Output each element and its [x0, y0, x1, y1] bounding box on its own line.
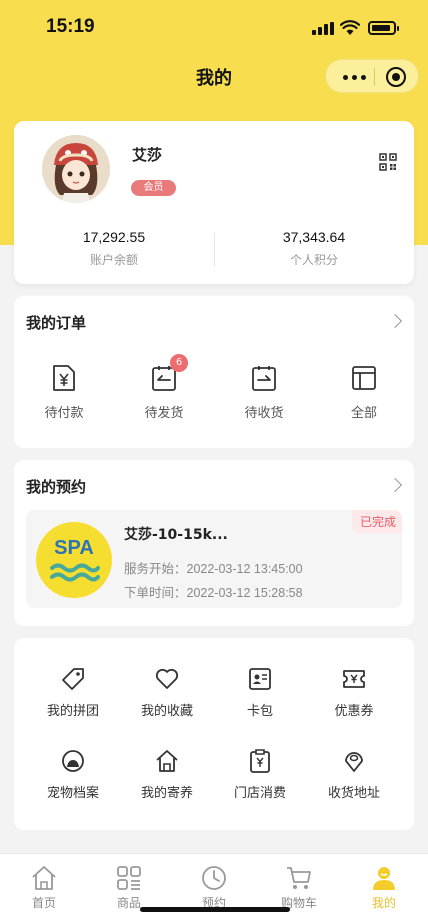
menu-label: 我的收藏 [140, 704, 193, 719]
order-pending-shipment[interactable]: 6 待发货 [114, 354, 214, 421]
house-icon [156, 750, 178, 772]
menu-pet-profile[interactable]: 宠物档案 [26, 748, 120, 801]
balance-stat[interactable]: 17,292.55 账户余额 [14, 229, 214, 268]
clock-icon [202, 866, 226, 890]
orders-chevron-right-icon[interactable] [387, 313, 403, 329]
tab-label: 我的 [371, 896, 396, 910]
home-indicator [140, 907, 290, 912]
user-name: 艾莎 [132, 146, 163, 164]
points-stat[interactable]: 37,343.64 个人积分 [214, 229, 414, 268]
status-time: 15:19 [46, 16, 95, 37]
wifi-icon [340, 20, 360, 35]
order-label: 待收货 [244, 406, 284, 421]
balance-value: 17,292.55 [82, 229, 146, 245]
menu-boarding[interactable]: 我的寄养 [120, 748, 214, 801]
qr-code-icon[interactable] [379, 153, 397, 171]
menu-label: 我的寄养 [140, 786, 193, 801]
menu-label: 优惠券 [334, 704, 374, 719]
signal-icon [312, 22, 334, 35]
booking-card: 我的预约 SPA 艾莎-10-15k... 服务开始：2022-03-12 13… [14, 460, 414, 626]
coupon-icon [343, 670, 365, 688]
order-label: 待付款 [44, 406, 84, 421]
menu-label: 宠物档案 [46, 786, 99, 801]
menu-favorites[interactable]: 我的收藏 [120, 666, 214, 719]
wave-icon [50, 563, 100, 582]
menu-coupons[interactable]: 优惠券 [307, 666, 401, 719]
menu-label: 门店消费 [233, 786, 286, 801]
tab-label: 首页 [31, 896, 56, 910]
close-target-icon[interactable] [386, 67, 406, 87]
menu-label: 卡包 [246, 704, 273, 719]
order-label: 全部 [350, 406, 377, 421]
orders-card: 我的订单 待付款 6 待发货 待收货 全部 [14, 296, 414, 448]
member-badge: 会员 [131, 180, 176, 196]
tab-products[interactable]: 商品 [86, 864, 172, 911]
home-icon [32, 866, 56, 890]
booking-service-start: 服务开始：2022-03-12 13:45:00 [124, 562, 303, 576]
tab-mine[interactable]: 我的 [341, 864, 427, 911]
order-all[interactable]: 全部 [314, 364, 414, 421]
cart-icon [287, 867, 311, 889]
points-label: 个人积分 [289, 253, 338, 267]
tab-cart[interactable]: 购物车 [256, 864, 342, 911]
card-icon [249, 668, 271, 690]
menu-group-buy[interactable]: 我的拼团 [26, 666, 120, 719]
shipment-count-badge: 6 [170, 354, 188, 372]
location-icon [345, 752, 363, 772]
menu-store-spending[interactable]: 门店消费 [213, 748, 307, 801]
booking-name: 艾莎-10-15k... [124, 527, 228, 543]
mini-program-capsule [325, 59, 419, 93]
tab-home[interactable]: 首页 [1, 864, 87, 911]
menu-label: 收货地址 [327, 786, 380, 801]
tag-icon [62, 668, 84, 690]
points-value: 37,343.64 [282, 229, 346, 245]
services-menu-card: 我的拼团 我的收藏 卡包 优惠券 宠物档案 我的寄养 门店消费 收货地址 [14, 638, 414, 830]
pet-icon [62, 750, 84, 772]
order-label: 待发货 [144, 406, 184, 421]
order-pending-payment[interactable]: 待付款 [14, 364, 114, 421]
menu-label: 我的拼团 [46, 704, 99, 719]
booking-chevron-right-icon[interactable] [387, 477, 403, 493]
user-icon [373, 867, 395, 890]
balance-label: 账户余额 [89, 253, 138, 267]
more-icon[interactable] [340, 70, 370, 84]
spa-logo: SPA [36, 522, 112, 598]
store-receipt-icon [250, 749, 270, 773]
menu-card-wallet[interactable]: 卡包 [213, 666, 307, 719]
booking-status-tag: 已完成 [351, 510, 402, 533]
booking-title: 我的预约 [26, 478, 87, 496]
profile-card: 艾莎 会员 17,292.55 账户余额 37,343.64 个人积分 [14, 121, 414, 284]
order-pending-receipt[interactable]: 待收货 [214, 364, 314, 421]
all-orders-icon [352, 366, 376, 390]
avatar[interactable] [42, 135, 110, 203]
receive-icon [252, 366, 276, 391]
status-bar: 15:19 [0, 0, 428, 54]
menu-shipping-address[interactable]: 收货地址 [307, 748, 401, 801]
capsule-divider [374, 68, 375, 86]
grid-icon [117, 866, 141, 890]
heart-icon [155, 668, 179, 689]
avatar-illustration [42, 135, 110, 203]
battery-icon [368, 21, 399, 35]
tab-booking[interactable]: 预约 [171, 864, 257, 911]
payment-icon [53, 365, 75, 391]
booking-order-time: 下单时间：2022-03-12 15:28:58 [124, 586, 303, 600]
booking-item[interactable]: SPA 艾莎-10-15k... 服务开始：2022-03-12 13:45:0… [26, 510, 402, 608]
orders-title: 我的订单 [26, 314, 87, 332]
